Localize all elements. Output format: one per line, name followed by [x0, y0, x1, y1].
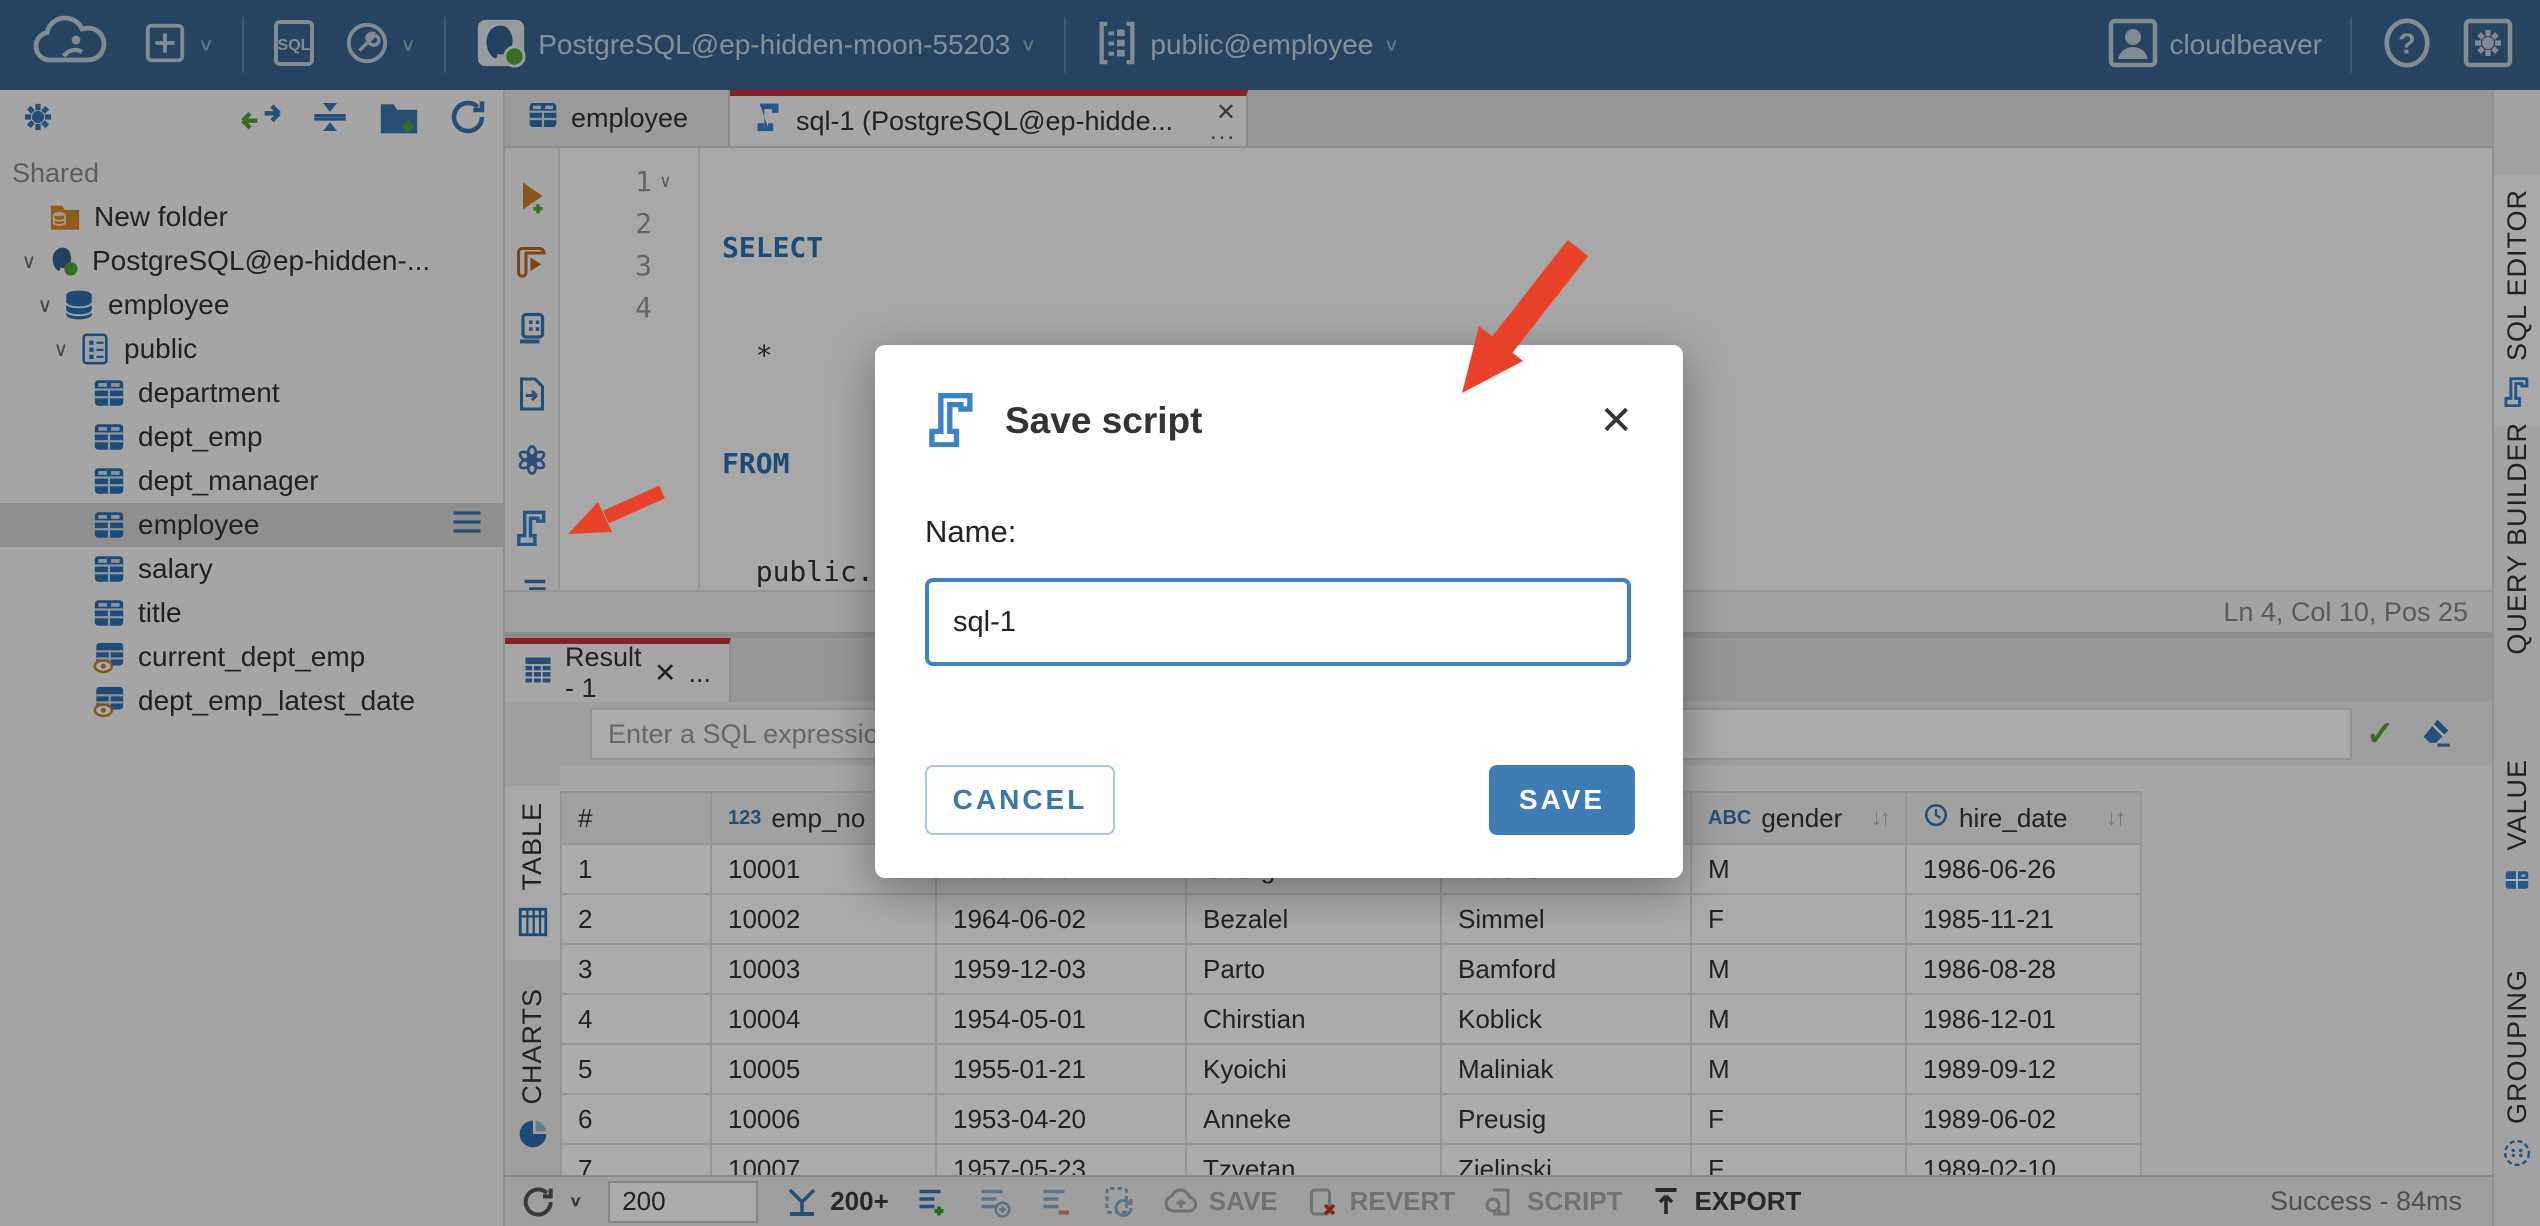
dialog-actions: CANCEL SAVE: [925, 765, 1635, 835]
dialog-title: Save script: [1005, 399, 1203, 441]
save-button[interactable]: SAVE: [1489, 765, 1635, 835]
name-field-label: Name:: [925, 514, 1017, 549]
script-name-input[interactable]: [925, 578, 1631, 666]
script-icon: [925, 389, 979, 452]
dialog-header: Save script ✕: [875, 345, 1683, 452]
close-dialog-icon[interactable]: ✕: [1599, 401, 1633, 441]
cloudbeaver-app: ∨ SQL ∨ PostgreSQL@ep-hidden-moon-55203 …: [0, 0, 2540, 1226]
cancel-button[interactable]: CANCEL: [925, 765, 1115, 835]
save-script-dialog: Save script ✕ Name: CANCEL SAVE: [875, 345, 1683, 878]
